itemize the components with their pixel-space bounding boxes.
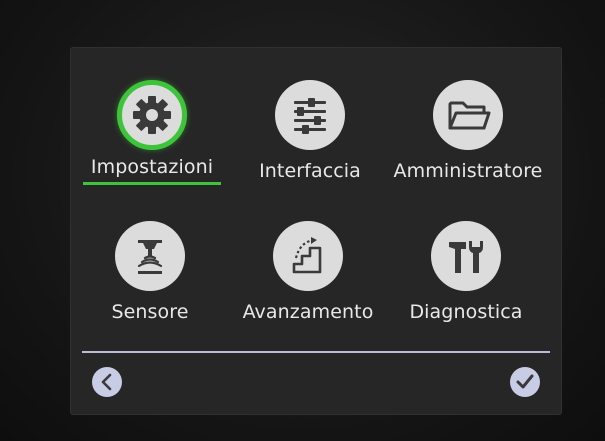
menu-item-label: Amministratore xyxy=(393,160,543,182)
sensor-icon xyxy=(115,221,185,291)
menu-item-label: Sensore xyxy=(111,301,189,323)
tools-icon xyxy=(431,221,501,291)
device-frame: Impostazioni Interfaccia Amministratore … xyxy=(0,0,605,441)
folder-icon xyxy=(433,80,503,150)
menu-item-impostazioni[interactable]: Impostazioni xyxy=(72,80,232,185)
footer-divider xyxy=(82,351,550,353)
menu-item-label: Impostazioni xyxy=(90,156,214,178)
menu-item-label: Diagnostica xyxy=(409,301,523,323)
menu-item-sensore[interactable]: Sensore xyxy=(70,221,230,323)
menu-item-diagnostica[interactable]: Diagnostica xyxy=(386,221,546,323)
back-button[interactable] xyxy=(92,367,122,397)
menu-item-amministratore[interactable]: Amministratore xyxy=(388,80,548,182)
menu-grid: Impostazioni Interfaccia Amministratore … xyxy=(70,47,562,347)
menu-item-avanzamento[interactable]: Avanzamento xyxy=(228,221,388,323)
confirm-button[interactable] xyxy=(510,367,540,397)
menu-item-interfaccia[interactable]: Interfaccia xyxy=(230,80,390,182)
gear-icon xyxy=(117,80,187,150)
chevron-left-icon xyxy=(97,372,117,392)
menu-item-label: Interfaccia xyxy=(259,160,361,182)
checkmark-icon xyxy=(514,371,536,393)
menu-item-label: Avanzamento xyxy=(242,301,374,323)
touch-screen: Impostazioni Interfaccia Amministratore … xyxy=(70,47,562,415)
stairs-icon xyxy=(273,221,343,291)
sliders-icon xyxy=(275,80,345,150)
selection-underline xyxy=(83,182,221,185)
